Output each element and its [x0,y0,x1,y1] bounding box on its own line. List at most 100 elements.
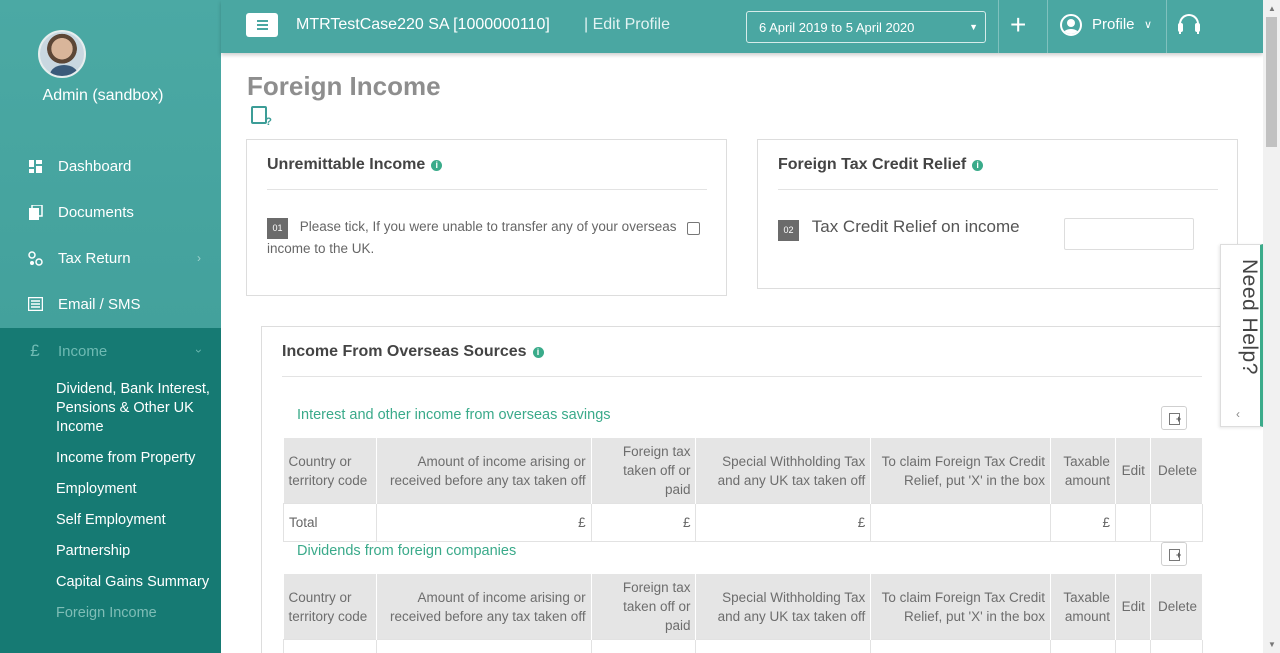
client-title: MTRTestCase220 SA [1000000110] [296,16,550,33]
divider [778,189,1218,190]
sidebar-item-documents[interactable]: Documents [0,189,221,235]
table-cell: £ [1049,639,1116,653]
table-row: Total £ £ £ £ [283,503,1204,542]
column-header: Edit [1115,574,1151,640]
table-cell: £ [375,503,592,542]
unremittable-checkbox[interactable] [687,222,700,235]
table-row: Total £ £ £ £ [283,639,1204,653]
table-cell: £ [695,503,872,542]
divider [1166,0,1167,53]
document-help-icon[interactable] [251,106,272,128]
menu-toggle-button[interactable] [246,13,278,37]
scroll-up-icon[interactable]: ▲ [1268,4,1276,13]
chevron-down-icon[interactable]: ∨ [1144,18,1152,31]
need-help-tab[interactable]: Need Help? ‹ [1220,244,1263,427]
sidebar-item-label: Income [58,342,108,360]
sidebar-subitem-property[interactable]: Income from Property [56,443,221,474]
page-title: Foreign Income [247,71,441,101]
add-row-button[interactable] [1161,406,1187,430]
sidebar-subitem-foreign-income[interactable]: Foreign Income [56,598,221,629]
scroll-down-icon[interactable]: ▼ [1268,640,1276,649]
sidebar-subitem-capital-gains[interactable]: Capital Gains Summary [56,567,221,598]
sidebar-subitem-employment[interactable]: Employment [56,474,221,505]
table-cell [1149,639,1204,653]
chevron-left-icon[interactable]: ‹ [1236,407,1240,421]
table-cell: £ [590,639,697,653]
sidebar-subitem-self-employment[interactable]: Self Employment [56,505,221,536]
hamburger-icon [256,20,268,22]
user-name: Admin (sandbox) [42,87,164,104]
profile-menu[interactable]: Profile [1092,16,1135,33]
card-heading: Income From Overseas Sources i [282,343,544,361]
tax-return-icon [27,250,43,266]
column-header: To claim Foreign Tax Credit Relief, put … [870,574,1051,640]
divider [267,189,707,190]
table-cell: £ [590,503,697,542]
column-header: Special Withholding Tax and any UK tax t… [695,438,872,504]
column-header: Edit [1115,438,1151,504]
table-cell [1114,639,1151,653]
documents-icon [27,204,43,220]
sidebar-item-tax-return[interactable]: Tax Return › [0,235,221,281]
chevron-down-icon: › [192,349,206,353]
unremittable-question: 01 Please tick, If you were unable to tr… [267,218,677,256]
table-cell [870,639,1051,653]
card-heading: Foreign Tax Credit Relief i [778,156,984,174]
divider [282,376,1202,377]
dividends-section-title: Dividends from foreign companies [297,543,517,559]
sidebar-menu: Dashboard Documents Tax Return › Email /… [0,143,221,327]
column-header: Taxable amount [1050,574,1116,640]
column-header: Foreign tax taken off or paid [591,438,697,504]
column-header: Special Withholding Tax and any UK tax t… [695,574,872,640]
tax-period-select[interactable]: 6 April 2019 to 5 April 2020 ▼ [746,11,986,43]
table-header-row: Country or territory code Amount of inco… [283,574,1204,640]
column-header: Delete [1150,438,1204,504]
overseas-income-card: Income From Overseas Sources i Interest a… [261,326,1224,653]
table-cell [1114,503,1151,542]
table-cell [1149,503,1204,542]
user-circle-icon[interactable] [1060,14,1082,36]
pound-icon: £ [30,341,40,360]
info-icon[interactable]: i [532,347,544,358]
income-submenu: £ Income › Dividend, Bank Interest, Pens… [0,328,221,653]
add-row-button[interactable] [1161,542,1187,566]
sidebar-item-label: Dashboard [58,157,132,175]
tax-credit-input[interactable] [1064,218,1194,250]
unremittable-income-card: Unremittable Income i 01 Please tick, If … [246,139,727,296]
sidebar: Admin (sandbox) Dashboard Documents Tax … [0,0,221,653]
avatar[interactable] [38,30,86,78]
edit-profile-link[interactable]: | Edit Profile [584,16,670,34]
dashboard-icon [27,158,43,174]
sidebar-item-label: Email / SMS [58,295,141,313]
table-cell: £ [1049,503,1116,542]
need-help-label: Need Help? [1238,259,1261,375]
sidebar-subitem-partnership[interactable]: Partnership [56,536,221,567]
table-cell: £ [375,639,592,653]
page-scrollbar[interactable]: ▲ ▼ [1263,0,1280,653]
tax-credit-label: 02 Tax Credit Relief on income [778,217,1020,241]
column-header: Taxable amount [1050,438,1116,504]
column-header: To claim Foreign Tax Credit Relief, put … [870,438,1051,504]
add-button[interactable]: + [1010,9,1026,41]
dividends-table: Country or territory code Amount of inco… [283,574,1204,653]
info-icon[interactable]: i [431,160,443,171]
table-header-row: Country or territory code Amount of inco… [283,438,1204,504]
sidebar-item-label: Tax Return [58,249,131,267]
card-heading: Unremittable Income i [267,156,443,174]
sidebar-subitem-uk-income[interactable]: Dividend, Bank Interest, Pensions & Othe… [56,374,221,443]
email-icon [27,296,43,312]
sidebar-item-dashboard[interactable]: Dashboard [0,143,221,189]
sidebar-item-email-sms[interactable]: Email / SMS [0,281,221,327]
column-header: Foreign tax taken off or paid [591,574,697,640]
column-header: Country or territory code [283,574,377,640]
sidebar-item-income[interactable]: £ Income › [0,328,221,374]
tax-period-value: 6 April 2019 to 5 April 2020 [759,20,915,35]
question-number-badge: 02 [778,220,799,241]
headset-icon[interactable] [1178,14,1200,34]
scrollbar-thumb[interactable] [1266,17,1277,147]
foreign-tax-credit-card: Foreign Tax Credit Relief i 02 Tax Credit… [757,139,1238,289]
info-icon[interactable]: i [972,160,984,171]
savings-table: Country or territory code Amount of inco… [283,438,1204,542]
column-header: Amount of income arising or received bef… [376,438,592,504]
divider [1047,0,1048,53]
